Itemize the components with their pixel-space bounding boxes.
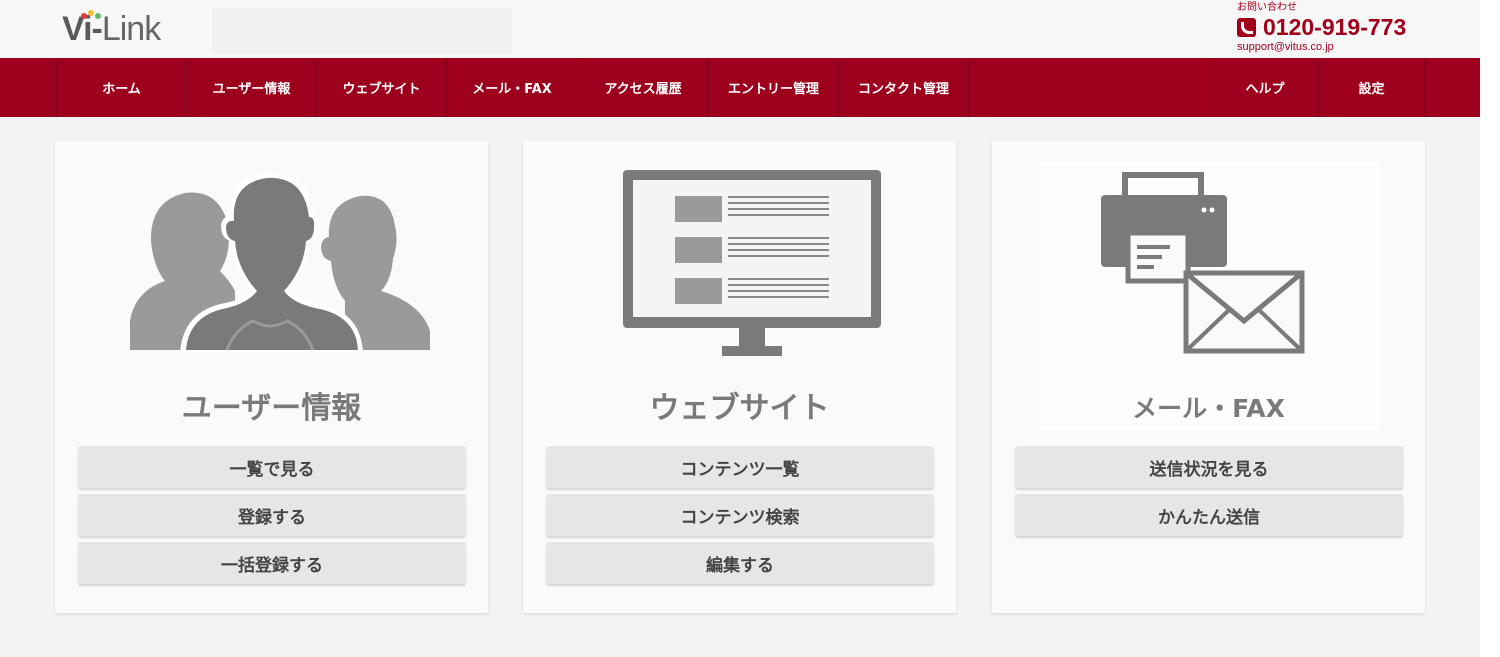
nav-contact-management[interactable]: コンタクト管理 — [838, 58, 969, 117]
content-search-button[interactable]: コンテンツ検索 — [546, 494, 934, 536]
logo-dot-green — [95, 13, 101, 19]
view-list-button[interactable]: 一覧で見る — [78, 446, 466, 488]
nav-settings[interactable]: 設定 — [1318, 58, 1425, 117]
page: Vi - Link お問い合わせ 0120-919-773 support@vi… — [0, 0, 1480, 657]
contact-phone-row: 0120-919-773 — [1237, 14, 1437, 40]
quick-send-button[interactable]: かんたん送信 — [1015, 494, 1403, 536]
contact-phone-number[interactable]: 0120-919-773 — [1263, 14, 1406, 40]
register-button[interactable]: 登録する — [78, 494, 466, 536]
card-title-mail-fax: メール・FAX — [1132, 394, 1285, 423]
card-user-info: ユーザー情報 一覧で見る 登録する 一括登録する — [55, 141, 488, 613]
users-icon[interactable] — [55, 141, 488, 371]
card-mail-fax: メール・FAX 送信状況を見る かんたん送信 — [992, 141, 1425, 613]
nav-mail-fax[interactable]: メール・FAX — [446, 58, 577, 117]
phone-icon — [1237, 17, 1256, 37]
contact-block: お問い合わせ 0120-919-773 support@vitus.co.jp — [1237, 2, 1437, 53]
card-title-website: ウェブサイト — [649, 391, 830, 426]
header: Vi - Link お問い合わせ 0120-919-773 support@vi… — [0, 0, 1480, 58]
logo-dot-yellow — [88, 10, 94, 16]
contact-label: お問い合わせ — [1237, 2, 1297, 13]
logo-dot-red — [81, 13, 87, 19]
nav-entry-management[interactable]: エントリー管理 — [708, 58, 838, 117]
vi-link-logo[interactable]: Vi - Link — [62, 10, 161, 50]
main-navbar: ホーム ユーザー情報 ウェブサイト メール・FAX アクセス履歴 エントリー管理… — [0, 58, 1480, 117]
logo-link: Link — [101, 10, 161, 48]
logo-vi: Vi — [62, 10, 92, 48]
card-website: ウェブサイト コンテンツ一覧 コンテンツ検索 編集する — [523, 141, 956, 613]
monitor-icon[interactable] — [523, 141, 956, 371]
content-list-button[interactable]: コンテンツ一覧 — [546, 446, 934, 488]
edit-button[interactable]: 編集する — [546, 542, 934, 584]
send-status-button[interactable]: 送信状況を見る — [1015, 446, 1403, 488]
right-gutter — [1480, 0, 1500, 657]
header-blank-area — [212, 8, 512, 54]
nav-access-history[interactable]: アクセス履歴 — [577, 58, 708, 117]
nav-home[interactable]: ホーム — [56, 58, 186, 117]
contact-email[interactable]: support@vitus.co.jp — [1237, 41, 1437, 53]
bulk-register-button[interactable]: 一括登録する — [78, 542, 466, 584]
nav-user-info[interactable]: ユーザー情報 — [186, 58, 316, 117]
fax-mail-icon[interactable] — [992, 141, 1425, 371]
nav-website[interactable]: ウェブサイト — [316, 58, 446, 117]
nav-help[interactable]: ヘルプ — [1211, 58, 1318, 117]
card-title-user-info: ユーザー情報 — [181, 391, 362, 426]
